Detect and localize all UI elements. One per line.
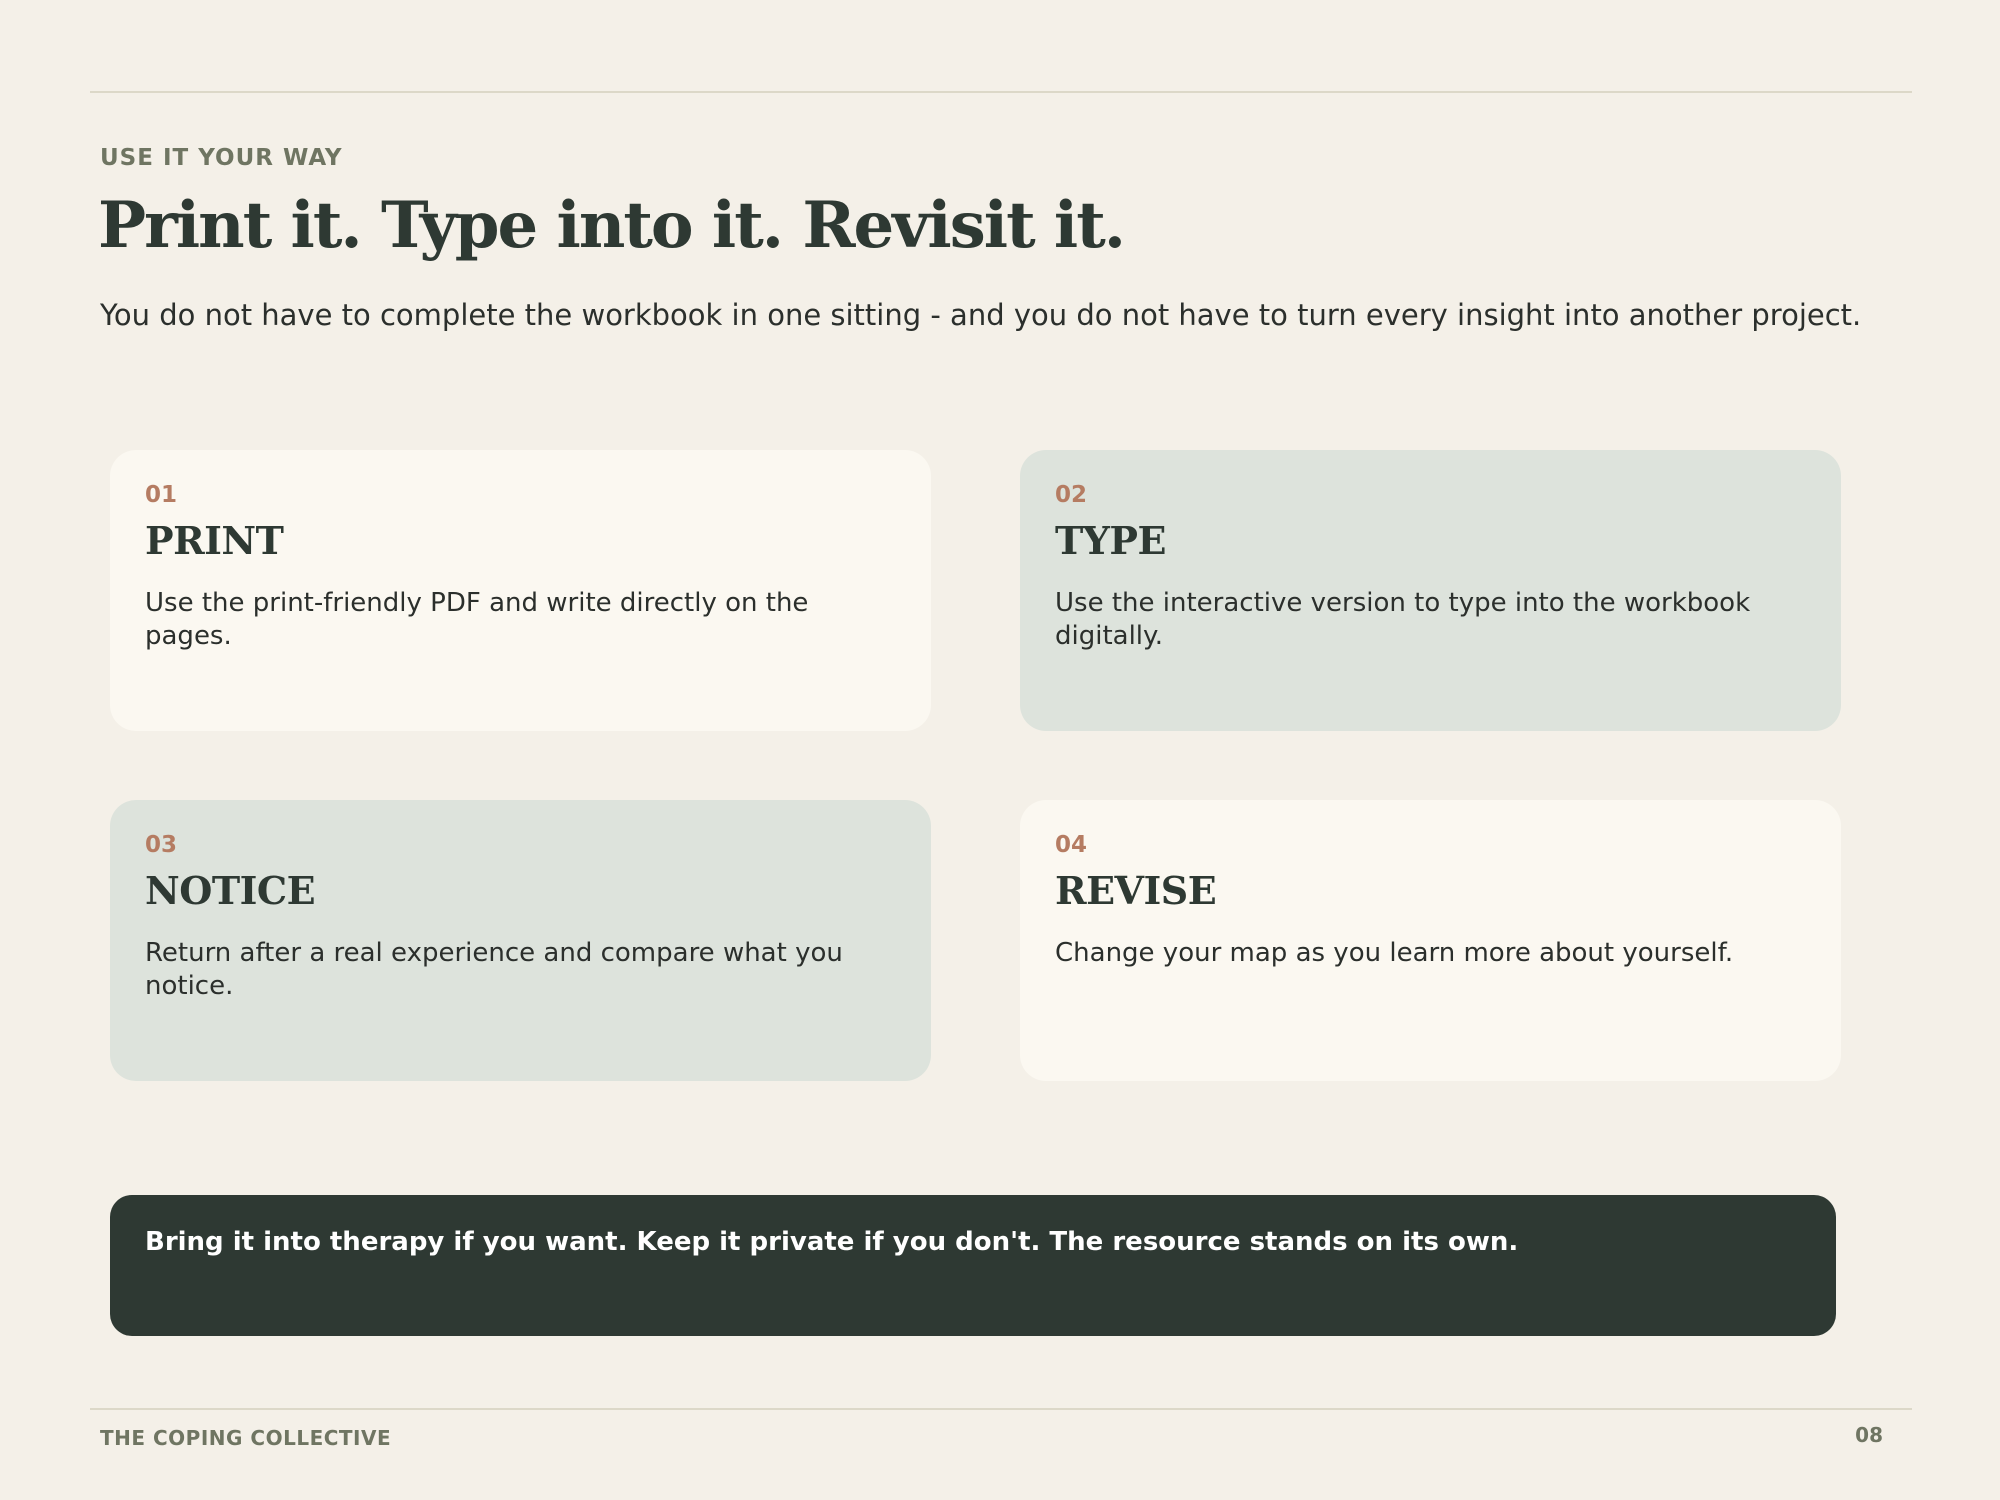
therapy-callout: Bring it into therapy if you want. Keep … [110,1195,1836,1336]
card-type: 02 TYPE Use the interactive version to t… [1020,450,1841,731]
card-heading: TYPE [1055,518,1166,563]
card-body: Use the print-friendly PDF and write dir… [145,588,809,651]
callout-text: Bring it into therapy if you want. Keep … [145,1227,1519,1257]
bottom-divider [90,1408,1912,1410]
card-number: 03 [145,832,178,858]
card-revise: 04 REVISE Change your map as you learn m… [1020,800,1841,1081]
card-body: Change your map as you learn more about … [1055,938,1734,968]
card-heading: NOTICE [145,868,316,913]
card-number: 04 [1055,832,1088,858]
card-number: 02 [1055,482,1088,508]
card-print: 01 PRINT Use the print-friendly PDF and … [110,450,931,731]
card-heading: REVISE [1055,868,1217,913]
footer-brand: THE COPING COLLECTIVE [100,1426,392,1450]
section-eyebrow: USE IT YOUR WAY [100,145,343,171]
card-number: 01 [145,482,178,508]
card-notice: 03 NOTICE Return after a real experience… [110,800,931,1081]
page-subtitle: You do not have to complete the workbook… [100,298,1862,332]
top-divider [90,91,1912,93]
page-title: Print it. Type into it. Revisit it. [98,188,1126,263]
card-heading: PRINT [145,518,284,563]
card-body: Use the interactive version to type into… [1055,588,1751,651]
page-number: 08 [1855,1423,1883,1447]
card-body: Return after a real experience and compa… [145,938,843,1001]
